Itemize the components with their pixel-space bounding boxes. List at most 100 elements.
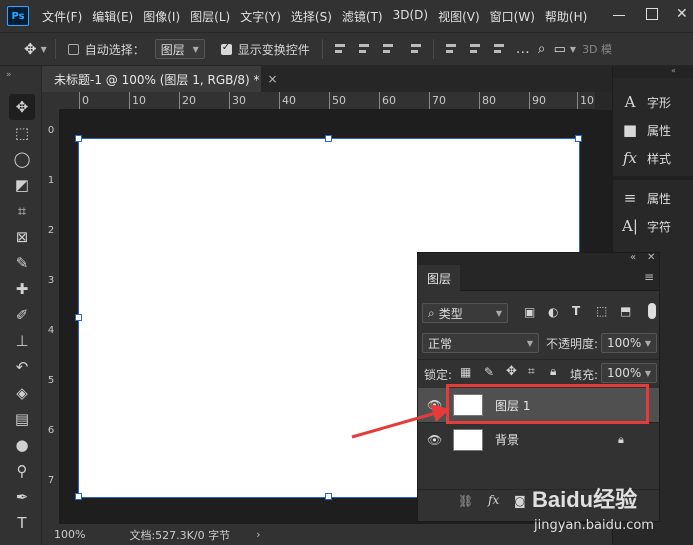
align-bottom-icon[interactable] — [492, 42, 506, 56]
menu-image[interactable]: 图像(I) — [138, 8, 185, 25]
align-top-icon[interactable] — [444, 42, 458, 56]
lock-transparent-icon[interactable]: ▦ — [460, 365, 471, 379]
align-right-icon[interactable] — [381, 42, 395, 56]
zoom-level[interactable]: 100% — [54, 528, 85, 541]
transform-handle[interactable] — [325, 493, 332, 500]
watermark-url: jingyan.baidu.com — [534, 518, 654, 533]
distribute-icon[interactable] — [409, 42, 423, 56]
ruler-tick-label: 3 — [47, 275, 55, 286]
object-select-tool-icon[interactable]: ◩ — [9, 172, 35, 198]
dodge-tool-icon[interactable]: ⚲ — [9, 458, 35, 484]
show-transform-checkbox[interactable] — [220, 42, 232, 55]
shape-filter-icon[interactable]: ⬚ — [596, 304, 607, 318]
fill-input[interactable]: 100% ▼ — [601, 363, 657, 383]
eyedropper-tool-icon[interactable]: ✎ — [9, 250, 35, 276]
type-filter-icon[interactable]: T — [572, 304, 580, 318]
close-icon[interactable]: ✕ — [647, 252, 655, 263]
lock-position-icon[interactable]: ✥ — [506, 364, 517, 379]
transform-handle[interactable] — [75, 493, 82, 500]
filter-kind-dropdown[interactable]: ⌕ 类型 ▼ — [422, 303, 508, 323]
menu-type[interactable]: 文字(Y) — [235, 8, 286, 25]
frame-tool-icon[interactable]: ⊠ — [9, 224, 35, 250]
panel-adjust-properties[interactable]: ≡ 属性 — [621, 186, 671, 210]
ruler-tick-label: 6 — [47, 425, 55, 436]
lock-all-icon[interactable]: 🔒︎ — [550, 364, 556, 379]
more-icon[interactable]: … — [516, 41, 530, 57]
menu-bar: Ps 文件(F) 编辑(E) 图像(I) 图层(L) 文字(Y) 选择(S) 滤… — [0, 0, 693, 32]
gradient-tool-icon[interactable]: ▤ — [9, 406, 35, 432]
menu-layer[interactable]: 图层(L) — [185, 8, 235, 25]
chevron-down-icon[interactable]: ▼ — [41, 45, 47, 54]
minimize-icon[interactable] — [612, 8, 626, 22]
adjustment-filter-icon[interactable]: ◐ — [548, 305, 558, 319]
menu-3d[interactable]: 3D(D) — [388, 8, 433, 25]
blend-mode-dropdown[interactable]: 正常 ▼ — [422, 333, 539, 353]
eraser-tool-icon[interactable]: ◈ — [9, 380, 35, 406]
panel-character[interactable]: A| 字符 — [621, 214, 671, 238]
panel-label: 字形 — [647, 95, 672, 110]
stamp-tool-icon[interactable]: ⊥ — [9, 328, 35, 354]
mask-icon[interactable]: ◙ — [514, 494, 526, 508]
transform-handle[interactable] — [325, 135, 332, 142]
menu-filter[interactable]: 滤镜(T) — [337, 8, 388, 25]
transform-handle[interactable] — [575, 135, 582, 142]
blur-tool-icon[interactable]: ● — [9, 432, 35, 458]
divider — [613, 176, 693, 180]
move-tool-icon[interactable]: ✥ — [24, 40, 37, 58]
menu-help[interactable]: 帮助(H) — [540, 8, 592, 25]
layers-tab[interactable]: 图层 — [418, 265, 460, 291]
fx-icon[interactable]: fx — [488, 493, 499, 507]
options-bar: ✥ ▼ 自动选择： 图层 ▼ 显示变换控件 … ⌕ ▭ ▼ 3D 模 — [0, 32, 693, 66]
fill-value: 100% — [607, 366, 642, 380]
panel-glyphs[interactable]: A 字形 — [621, 90, 671, 114]
align-center-icon[interactable] — [357, 42, 371, 56]
menu-view[interactable]: 视图(V) — [433, 8, 485, 25]
auto-select-target-dropdown[interactable]: 图层 ▼ — [154, 39, 205, 59]
panel-styles[interactable]: fx 样式 — [621, 146, 671, 170]
ruler-tick-label: 60 — [379, 92, 396, 109]
filter-toggle[interactable] — [648, 303, 656, 319]
close-icon[interactable]: ✕ — [676, 6, 688, 22]
lock-artboard-icon[interactable]: ⌗ — [528, 364, 535, 379]
history-brush-tool-icon[interactable]: ↶ — [9, 354, 35, 380]
panel-menu-icon[interactable]: ≡ — [644, 270, 654, 284]
smart-object-filter-icon[interactable]: ⬒ — [620, 304, 631, 318]
brush-tool-icon[interactable]: ✐ — [9, 302, 35, 328]
workspace-icon[interactable]: ▭ — [554, 42, 566, 57]
marquee-tool-icon[interactable]: ⬚ — [9, 120, 35, 146]
pen-tool-icon[interactable]: ✒ — [9, 484, 35, 510]
ruler-tick-label: 40 — [279, 92, 296, 109]
type-tool-icon[interactable]: T — [9, 510, 35, 536]
layer-name[interactable]: 背景 — [495, 431, 519, 448]
panel-label: 属性 — [647, 123, 672, 138]
close-tab-icon[interactable]: × — [268, 72, 278, 86]
pixel-filter-icon[interactable]: ▣ — [524, 305, 535, 319]
chevron-down-icon[interactable]: ▼ — [570, 45, 576, 54]
lock-image-icon[interactable]: ✎ — [484, 365, 494, 379]
menu-window[interactable]: 窗口(W) — [485, 8, 540, 25]
collapse-icon[interactable]: « — [630, 252, 636, 263]
transform-handle[interactable] — [75, 314, 82, 321]
menu-select[interactable]: 选择(S) — [286, 8, 337, 25]
link-icon[interactable]: ⛓︎ — [458, 494, 473, 508]
transform-handle[interactable] — [75, 135, 82, 142]
expand-icon[interactable]: » — [6, 70, 12, 80]
auto-select-checkbox[interactable] — [67, 43, 79, 55]
ruler-tick-label: 7 — [47, 475, 55, 486]
document-tab[interactable]: 未标题-1 @ 100% (图层 1, RGB/8) * × — [42, 66, 278, 92]
collapse-icon[interactable]: « — [671, 66, 676, 75]
search-icon[interactable]: ⌕ — [538, 41, 546, 57]
healing-brush-tool-icon[interactable]: ✚ — [9, 276, 35, 302]
move-tool-icon[interactable]: ✥ — [9, 94, 35, 120]
panel-properties[interactable]: ■ 属性 — [621, 118, 671, 142]
opacity-input[interactable]: 100% ▼ — [601, 333, 657, 353]
menu-file[interactable]: 文件(F) — [37, 8, 87, 25]
crop-tool-icon[interactable]: ⌗ — [9, 198, 35, 224]
ruler-tick-label: 10 — [129, 92, 146, 109]
lasso-tool-icon[interactable]: ◯ — [9, 146, 35, 172]
align-left-icon[interactable] — [333, 42, 347, 56]
maximize-icon[interactable] — [646, 8, 658, 20]
status-menu-arrow[interactable]: › — [256, 528, 260, 541]
align-middle-icon[interactable] — [468, 42, 482, 56]
menu-edit[interactable]: 编辑(E) — [87, 8, 138, 25]
